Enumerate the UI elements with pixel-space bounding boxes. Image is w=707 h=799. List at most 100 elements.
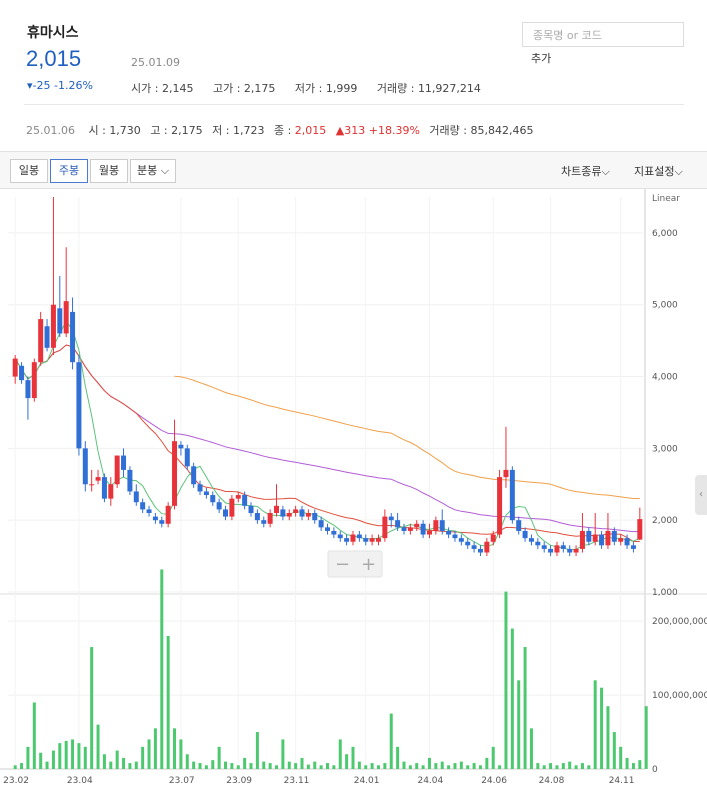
tab-minute[interactable]: 분봉 ⌵ <box>130 159 176 183</box>
volume-value: 11,927,214 <box>417 82 481 95</box>
candle-body <box>254 513 260 521</box>
volume-bar <box>71 739 75 769</box>
candle-body <box>76 362 82 449</box>
price-chart[interactable]: Linear 1,000 2,000 3,000 4,000 5,000 6,000 0 100… <box>0 189 707 799</box>
volume-bar <box>612 732 616 769</box>
candle-body <box>152 516 158 521</box>
candle-body <box>299 509 305 517</box>
volume-bar <box>236 765 240 769</box>
candle-body <box>471 545 477 549</box>
volume-bar <box>39 752 43 769</box>
candle-body <box>25 380 31 399</box>
volume-bar <box>64 740 68 769</box>
open-label: 시가 <box>131 82 152 95</box>
candle-body <box>490 534 496 542</box>
candle-body <box>624 538 630 546</box>
volume-bar <box>600 687 604 769</box>
zoom-in-button[interactable]: + <box>361 554 376 575</box>
volume-bar <box>644 706 648 769</box>
volume-bar <box>224 761 228 769</box>
candle-body <box>497 477 503 535</box>
volume-tick-label: 100,000,000 <box>652 691 707 701</box>
volume-bar <box>536 763 540 769</box>
volume-bar <box>77 743 81 769</box>
price-tick-label: 1,000 <box>652 588 678 598</box>
candle-body <box>630 545 636 549</box>
tab-daily[interactable]: 일봉 <box>10 159 48 183</box>
candle-body <box>433 520 439 531</box>
volume-bar <box>58 743 62 769</box>
candle-body <box>305 513 311 517</box>
volume-bar <box>102 754 106 769</box>
indicator-settings-menu[interactable]: 지표설정⌵ <box>634 163 683 179</box>
volume-bar <box>211 760 215 769</box>
price-tick-label: 5,000 <box>652 301 678 311</box>
volume-bar <box>255 732 259 769</box>
candle-body <box>121 455 127 470</box>
volume-bar <box>198 763 202 769</box>
candle-body <box>63 301 69 334</box>
volume-bar <box>166 635 170 769</box>
candle-body <box>605 530 611 546</box>
scale-label: Linear <box>652 194 680 204</box>
candle-body <box>197 484 203 492</box>
weekly-volume: 거래량 : 85,842,465 <box>429 124 534 137</box>
time-tick-label: 24.11 <box>609 776 635 786</box>
volume-bar <box>32 702 36 769</box>
volume-bar <box>421 765 425 769</box>
stock-info-panel: 휴마시스 2,015 ▾-25 -1.26% 25.01.09 시가 : 2,1… <box>0 0 707 150</box>
volume-bar <box>96 724 100 769</box>
volume-bar <box>427 757 431 769</box>
candle-body <box>477 548 483 553</box>
tab-weekly[interactable]: 주봉 <box>50 159 88 183</box>
candle-body <box>82 448 88 485</box>
volume-bar <box>408 765 412 769</box>
volume-bar <box>326 763 329 769</box>
volume-bar <box>90 647 94 769</box>
candle-body <box>248 505 254 513</box>
candle-body <box>293 509 299 513</box>
weekly-close: 종 : 2,015 <box>273 124 327 137</box>
tab-monthly[interactable]: 월봉 <box>90 159 128 183</box>
volume-bar <box>128 763 132 769</box>
volume-bar <box>351 746 355 769</box>
volume-bar <box>396 746 400 769</box>
price-tick-label: 2,000 <box>652 516 678 526</box>
volume-bar <box>13 765 17 769</box>
candle-body <box>395 520 401 528</box>
volume-bar <box>389 713 393 769</box>
volume-bar <box>306 764 310 769</box>
volume-bar <box>345 754 349 769</box>
volume-bar <box>485 757 489 769</box>
volume-bar <box>173 728 177 769</box>
chart-type-menu[interactable]: 차트종류⌵ <box>561 163 610 179</box>
candle-body <box>312 513 318 521</box>
add-button[interactable]: 추가 <box>531 50 551 66</box>
volume-bar <box>249 763 253 769</box>
volume-bar <box>542 765 546 769</box>
time-tick-label: 24.04 <box>417 776 443 786</box>
candle-body <box>318 520 324 528</box>
search-input[interactable]: 종목명 or 코드 <box>522 22 684 47</box>
volume-bar <box>587 765 591 769</box>
candle-body <box>439 520 445 531</box>
daily-stats: 시가 : 2,145 고가 : 2,175 저가 : 1,999 거래량 : 1… <box>131 80 497 96</box>
candle-body <box>382 516 388 539</box>
candle-body <box>38 319 44 363</box>
quote-date: 25.01.09 <box>131 56 180 69</box>
candle-body <box>133 491 139 503</box>
volume-bar <box>625 757 629 769</box>
volume-bar <box>179 739 183 769</box>
volume-bar <box>294 763 298 769</box>
side-panel-toggle[interactable]: ‹ <box>695 475 707 515</box>
zoom-out-button[interactable]: − <box>335 554 350 575</box>
volume-bar <box>434 763 438 769</box>
candle-body <box>229 498 235 517</box>
open-value: 2,145 <box>161 82 194 95</box>
candle-body <box>611 530 617 542</box>
volume-bar <box>313 761 317 769</box>
candle-body <box>178 444 184 449</box>
candle-body <box>458 538 464 542</box>
price-change: ▾-25 -1.26% <box>27 79 93 92</box>
volume-bar <box>631 763 635 769</box>
